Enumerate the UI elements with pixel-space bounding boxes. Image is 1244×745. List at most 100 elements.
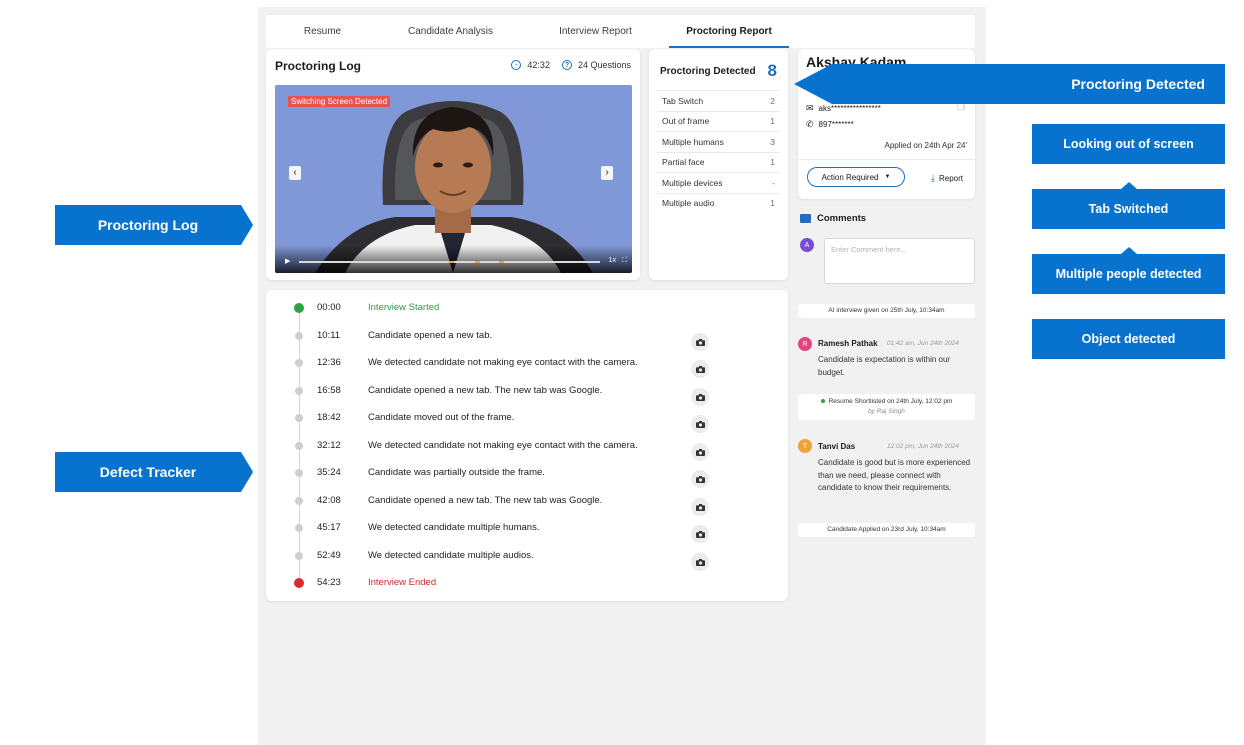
timeline-dot-icon	[295, 359, 303, 367]
timeline-dot-icon	[295, 332, 303, 340]
event-marker	[499, 261, 504, 263]
callout-label: Defect Tracker	[99, 464, 197, 480]
timeline-event: 18:42 Candidate moved out of the frame.	[266, 408, 788, 433]
action-required-label: Action Required	[821, 172, 879, 182]
timeline-dot-icon	[295, 414, 303, 422]
callout-label: Proctoring Log	[97, 217, 199, 233]
activity-ai-interview: AI interview given on 25th July, 10:34am	[798, 304, 975, 318]
timeline-dot-icon	[295, 524, 303, 532]
caret-down-icon: ▼	[884, 174, 891, 180]
activity-by: by Raj Singh	[868, 408, 905, 415]
tab-proctoring-report[interactable]: Proctoring Report	[669, 15, 789, 48]
avatar: T	[798, 439, 812, 453]
callout-multiple-people: Multiple people detected	[1032, 247, 1225, 294]
timeline-event: 16:58 Candidate opened a new tab. The ne…	[266, 381, 788, 406]
questions-value: 24 Questions	[577, 60, 631, 70]
tab-interview-report[interactable]: Interview Report	[522, 15, 669, 48]
event-text: Interview Started	[368, 302, 440, 313]
callout-tab-switched: Tab Switched	[1032, 182, 1225, 229]
action-required-dropdown[interactable]: Action Required ▼	[807, 167, 905, 187]
event-time: 45:17	[317, 522, 341, 533]
video-progress-track[interactable]	[299, 261, 600, 263]
row-label: Multiple devices	[662, 177, 723, 188]
camera-icon[interactable]	[691, 470, 709, 488]
event-text: Interview Ended	[368, 577, 437, 588]
callout-looking-out: Looking out of screen	[1032, 124, 1225, 164]
timeline-event: 45:17 We detected candidate multiple hum…	[266, 518, 788, 543]
callout-label: Tab Switched	[1088, 202, 1169, 216]
comment-text: Candidate is good but is more experience…	[818, 458, 971, 492]
timeline-event: 35:24 Candidate was partially outside th…	[266, 463, 788, 488]
proctoring-detected-card: Proctoring Detected 8 Tab Switch 2 Out of…	[649, 49, 788, 280]
fullscreen-icon[interactable]: ⛶	[622, 257, 627, 265]
tab-bar: Resume Candidate Analysis Interview Repo…	[266, 15, 975, 48]
proctoring-log-meta: · 42:32 ? 24 Questions	[511, 60, 631, 70]
avatar: R	[798, 337, 812, 351]
callout-defect-tracker: Defect Tracker	[55, 452, 253, 492]
proctoring-detected-list: Tab Switch 2 Out of frame 1 Multiple human…	[657, 90, 780, 213]
timeline-dot-icon	[295, 552, 303, 560]
camera-icon[interactable]	[691, 388, 709, 406]
chevron-left-icon[interactable]: ‹	[289, 166, 301, 180]
comment-input[interactable]: Enter Comment here...	[824, 238, 975, 284]
event-text: We detected candidate multiple humans.	[368, 522, 540, 533]
phone-icon: ✆	[806, 119, 814, 129]
proctoring-detected-count: 8	[767, 61, 777, 80]
defect-tracker-card: 00:00 Interview Started 10:11 Candidate …	[266, 290, 788, 601]
proctoring-log-card: Proctoring Log · 42:32 ? 24 Questions Sw…	[266, 49, 640, 280]
commenter-name: Ramesh Pathak	[818, 339, 878, 348]
comments-header: Comments	[800, 213, 866, 224]
event-text: We detected candidate multiple audios.	[368, 550, 534, 561]
detected-row-tab-switch: Tab Switch 2	[657, 90, 780, 111]
event-time: 18:42	[317, 412, 341, 423]
proctoring-detected-title: Proctoring Detected	[660, 65, 756, 77]
camera-icon[interactable]	[691, 498, 709, 516]
tab-resume[interactable]: Resume	[266, 15, 379, 48]
event-marker	[449, 261, 454, 263]
camera-icon[interactable]	[691, 443, 709, 461]
timeline-event: 00:00 Interview Started	[266, 298, 788, 318]
camera-icon[interactable]	[691, 415, 709, 433]
timeline-dot-icon	[295, 387, 303, 395]
event-text: Candidate moved out of the frame.	[368, 412, 515, 423]
row-label: Multiple humans	[662, 136, 724, 147]
timeline-event: 42:08 Candidate opened a new tab. The ne…	[266, 491, 788, 516]
chevron-right-icon[interactable]: ›	[601, 166, 613, 180]
callout-label: Multiple people detected	[1055, 267, 1202, 281]
green-dot-icon	[820, 399, 825, 404]
tab-candidate-analysis[interactable]: Candidate Analysis	[379, 15, 522, 48]
camera-icon[interactable]	[691, 525, 709, 543]
proctoring-detected-header: Proctoring Detected 8	[660, 59, 777, 83]
camera-icon[interactable]	[691, 360, 709, 378]
commenter-name: Tanvi Das	[818, 442, 856, 451]
detected-row-multiple-audio: Multiple audio 1	[657, 192, 780, 214]
camera-icon[interactable]	[691, 333, 709, 351]
switching-screen-banner: Switching Screen Detected	[288, 96, 391, 107]
row-label: Out of frame	[662, 116, 710, 127]
event-time: 35:24	[317, 467, 341, 478]
tab-label: Candidate Analysis	[407, 26, 494, 37]
row-value: 1	[770, 116, 775, 127]
avatar: A	[800, 238, 814, 252]
speed-label[interactable]: 1x	[609, 257, 616, 264]
activity-line: Resume Shortlisted on 24th July, 12:02 p…	[798, 397, 975, 407]
row-value: 1	[770, 157, 775, 168]
event-time: 54:23	[317, 577, 341, 588]
event-time: 12:36	[317, 357, 341, 368]
video-player[interactable]: Switching Screen Detected ‹ › ▶ 1x ⛶	[275, 85, 632, 273]
detected-row-out-of-frame: Out of frame 1	[657, 110, 780, 132]
candidate-phone: 897*******	[818, 120, 854, 129]
detected-row-multiple-humans: Multiple humans 3	[657, 131, 780, 152]
callout-label: Proctoring Detected	[1071, 76, 1205, 92]
comments-title: Comments	[817, 213, 867, 224]
camera-icon[interactable]	[691, 553, 709, 571]
report-button[interactable]: ⤓ Report	[931, 173, 963, 184]
candidate-email-row: ✉ aks****************	[806, 103, 881, 114]
duration-value: 42:32	[527, 60, 550, 70]
event-time: 10:11	[317, 330, 341, 341]
callout-object-detected: Object detected	[1032, 319, 1225, 359]
question-icon: ?	[561, 60, 572, 70]
row-value: 3	[770, 136, 775, 147]
row-value: 2	[770, 95, 775, 106]
play-icon[interactable]: ▶	[285, 257, 290, 265]
